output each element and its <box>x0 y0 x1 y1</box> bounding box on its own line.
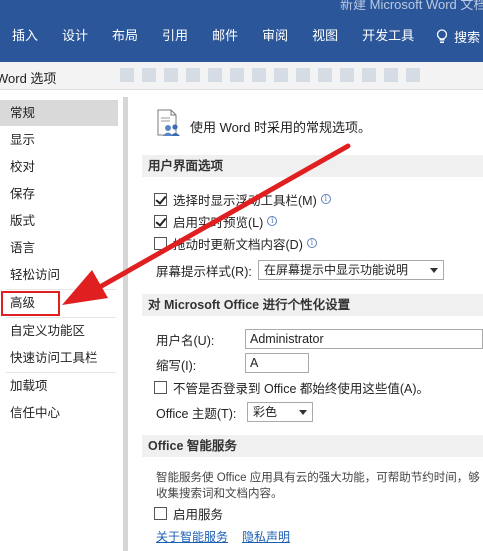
enable-services-checkbox[interactable] <box>154 506 167 520</box>
nav-item-customize-ribbon[interactable]: 自定义功能区 <box>0 318 118 344</box>
annotation-highlight-box <box>1 291 60 316</box>
general-options-icon <box>156 109 182 137</box>
option-live-preview[interactable]: 启用实时预览(L) i <box>154 211 278 231</box>
live-preview-checkbox[interactable] <box>154 214 167 228</box>
search-label: 搜索 <box>454 29 481 45</box>
nav-item-general[interactable]: 常规 <box>0 100 118 126</box>
lightbulb-icon <box>436 29 448 43</box>
privacy-statement-link[interactable]: 隐私声明 <box>242 528 290 545</box>
window-title-strip: 新建 Microsoft Word 文档 <box>0 0 483 14</box>
screentip-row: 屏幕提示样式(R): <box>156 260 252 280</box>
ribbon-tabs: 插入 设计 布局 引用 邮件 审阅 视图 开发工具 搜索 <box>0 24 480 48</box>
section-intelligent-services: Office 智能服务 <box>142 435 483 457</box>
option-always-use[interactable]: 不管是否登录到 Office 都始终使用这些值(A)。 <box>154 377 429 397</box>
update-drag-label: 拖动时更新文档内容(D) <box>173 237 303 252</box>
screentip-label: 屏幕提示样式(R): <box>156 264 252 279</box>
nav-item-save[interactable]: 保存 <box>0 181 118 207</box>
option-update-drag[interactable]: 拖动时更新文档内容(D) i <box>154 233 317 253</box>
nav-item-accessibility[interactable]: 轻松访问 <box>0 262 118 288</box>
pane-header: 使用 Word 时采用的常规选项。 <box>190 120 372 135</box>
chevron-down-icon <box>299 410 307 415</box>
info-icon: i <box>306 238 317 248</box>
nav-item-add-ins[interactable]: 加载项 <box>0 373 118 399</box>
option-enable-services[interactable]: 启用服务 <box>154 503 223 523</box>
initials-label: 缩写(I): <box>156 358 197 373</box>
nav-item-proofing[interactable]: 校对 <box>0 154 118 180</box>
mini-toolbar-label: 选择时显示浮动工具栏(M) <box>173 193 317 208</box>
mini-toolbar-checkbox[interactable] <box>154 192 167 206</box>
initials-row: 缩写(I): <box>156 354 196 374</box>
office-theme-select[interactable]: 彩色 <box>247 402 313 422</box>
window-title: 新建 Microsoft Word 文档 <box>340 0 483 12</box>
screentip-style-select[interactable]: 在屏幕提示中显示功能说明 <box>258 260 444 280</box>
background-toolbar-ghost <box>120 68 420 82</box>
tab-view[interactable]: 视图 <box>300 24 350 48</box>
tab-developer[interactable]: 开发工具 <box>350 24 426 48</box>
tab-references[interactable]: 引用 <box>150 24 200 48</box>
username-input[interactable]: Administrator <box>245 329 483 349</box>
option-mini-toolbar[interactable]: 选择时显示浮动工具栏(M) i <box>154 189 331 209</box>
dialog-title-bar: Word 选项 <box>0 62 483 90</box>
intelligent-services-description: 智能服务使 Office 应用具有云的强大功能，可帮助节约时间，够收集搜索词和文… <box>156 472 480 500</box>
info-icon: i <box>320 194 331 204</box>
live-preview-label: 启用实时预览(L) <box>173 215 264 230</box>
theme-label: Office 主题(T): <box>156 406 237 421</box>
nav-item-trust-center[interactable]: 信任中心 <box>0 400 118 426</box>
dialog-title: Word 选项 <box>0 71 57 86</box>
nav-item-typography[interactable]: 版式 <box>0 208 118 234</box>
tab-insert[interactable]: 插入 <box>0 24 50 48</box>
tell-me-search[interactable]: 搜索 <box>436 27 480 46</box>
nav-item-display[interactable]: 显示 <box>0 127 118 153</box>
about-intelligent-services-link[interactable]: 关于智能服务 <box>156 528 228 545</box>
always-use-checkbox[interactable] <box>154 380 167 394</box>
tab-review[interactable]: 审阅 <box>250 24 300 48</box>
username-row: 用户名(U): <box>156 329 214 349</box>
nav-item-language[interactable]: 语言 <box>0 235 118 261</box>
info-icon: i <box>267 216 278 226</box>
update-drag-checkbox[interactable] <box>154 236 167 250</box>
chevron-down-icon <box>430 268 438 273</box>
ribbon: 新建 Microsoft Word 文档 插入 设计 布局 引用 邮件 审阅 视… <box>0 0 483 62</box>
initials-input[interactable]: A <box>245 353 309 373</box>
theme-row: Office 主题(T): <box>156 402 236 422</box>
office-theme-value: 彩色 <box>253 405 278 419</box>
section-ui-options: 用户界面选项 <box>142 155 483 177</box>
options-nav: 常规 显示 校对 保存 版式 语言 轻松访问 高级 自定义功能区 快速访问工具栏… <box>0 95 120 551</box>
screentip-style-value: 在屏幕提示中显示功能说明 <box>264 263 409 277</box>
tab-layout[interactable]: 布局 <box>100 24 150 48</box>
tab-mailings[interactable]: 邮件 <box>200 24 250 48</box>
nav-item-quick-access-toolbar[interactable]: 快速访问工具栏 <box>0 345 118 371</box>
general-options-pane: 使用 Word 时采用的常规选项。 用户界面选项 选择时显示浮动工具栏(M) i… <box>128 97 483 551</box>
tab-design[interactable]: 设计 <box>50 24 100 48</box>
enable-services-label: 启用服务 <box>173 507 224 522</box>
section-personalize: 对 Microsoft Office 进行个性化设置 <box>142 294 483 316</box>
username-label: 用户名(U): <box>156 333 215 348</box>
always-use-label: 不管是否登录到 Office 都始终使用这些值(A)。 <box>173 381 430 396</box>
